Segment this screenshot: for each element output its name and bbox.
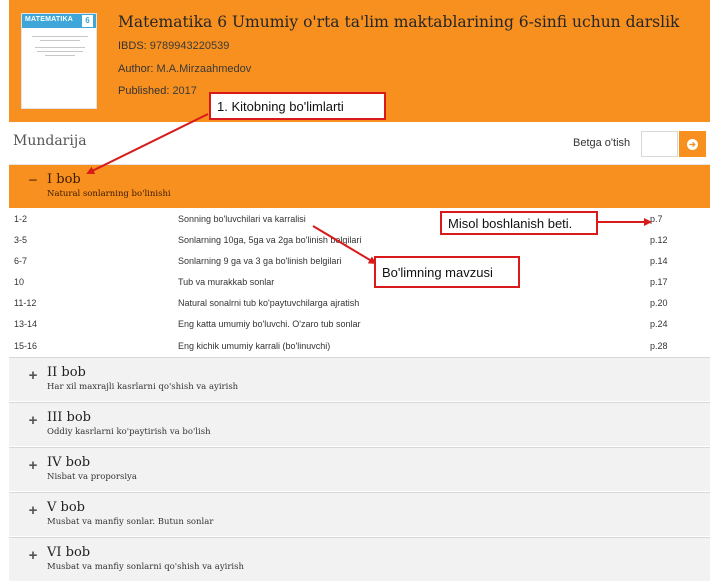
annotation-text: 1. Kitobning bo'limlarti	[217, 98, 344, 114]
author-label: Author:	[118, 63, 154, 75]
lesson-pages: 15-16	[14, 341, 38, 351]
lesson-pages: 10	[14, 277, 25, 287]
lesson-row[interactable]: 10 Tub va murakkab sonlar p.17	[9, 272, 710, 293]
cover-title: MATEMATIKA	[25, 16, 74, 23]
annotation-text: Bo'limning mavzusi	[382, 264, 493, 280]
chapter-name: V bob	[47, 500, 85, 515]
isbn-value: 9789943220539	[149, 40, 230, 52]
collapse-icon[interactable]: −	[27, 172, 39, 189]
annotation-topic-note: Bo'limning mavzusi	[374, 256, 520, 288]
book-cover-image: MATEMATIKA 6	[21, 13, 97, 109]
chapter-header-2[interactable]: + II bob Har xil maxrajli kasrlarni qo's…	[9, 357, 710, 401]
lesson-pages: 3-5	[14, 235, 28, 245]
chapter-1-lessons: 1-2 Sonning bo'luvchilari va karralisi p…	[9, 208, 710, 356]
lesson-row[interactable]: 15-16 Eng kichik umumiy karrali (bo'linu…	[9, 336, 710, 357]
lesson-row[interactable]: 3-5 Sonlarning 10ga, 5ga va 2ga bo'linis…	[9, 230, 710, 251]
chapter-name: IV bob	[47, 455, 91, 470]
lesson-start-page[interactable]: p.17	[650, 277, 668, 287]
chapter-header-3[interactable]: + III bob Oddiy kasrlarni ko'paytirish v…	[9, 402, 710, 446]
chapter-header-6[interactable]: + VI bob Musbat va manfiy sonlarni qo'sh…	[9, 537, 710, 581]
arrow-right-circle-icon: ➔	[687, 138, 698, 150]
book-title: Matematika 6 Umumiy o'rta ta'lim maktabl…	[118, 13, 680, 31]
published-label: Published:	[118, 85, 170, 97]
lesson-topic[interactable]: Eng kichik umumiy karrali (bo'linuvchi)	[178, 341, 330, 351]
lesson-start-page[interactable]: p.12	[650, 235, 668, 245]
cover-text-line	[40, 40, 80, 41]
published-value: 2017	[172, 85, 197, 97]
lesson-pages: 11-12	[14, 298, 37, 308]
lesson-start-page[interactable]: p.28	[650, 341, 668, 351]
chapter-name: II bob	[47, 365, 86, 380]
book-published: Published: 2017	[118, 85, 197, 97]
lesson-start-page[interactable]: p.24	[650, 319, 668, 329]
book-author: Author: M.A.Mirzaahmedov	[118, 63, 251, 75]
lesson-topic[interactable]: Sonlarning 9 ga va 3 ga bo'linish belgil…	[178, 256, 341, 266]
cover-text-line	[35, 47, 85, 48]
lesson-topic[interactable]: Eng katta umumiy bo'luvchi. O'zaro tub s…	[178, 319, 361, 329]
expand-icon[interactable]: +	[27, 367, 39, 384]
book-isbn: IBDS: 9789943220539	[118, 40, 229, 52]
lesson-topic[interactable]: Tub va murakkab sonlar	[178, 277, 274, 287]
expand-icon[interactable]: +	[27, 547, 39, 564]
chapter-header-5[interactable]: + V bob Musbat va manfiy sonlar. Butun s…	[9, 492, 710, 536]
expand-icon[interactable]: +	[27, 457, 39, 474]
goto-page-button[interactable]: ➔	[679, 131, 706, 157]
isbn-label: IBDS:	[118, 40, 147, 52]
annotation-chapters-note: 1. Kitobning bo'limlarti	[209, 92, 386, 120]
chapter-subtitle: Nisbat va proporsiya	[47, 472, 137, 482]
chapter-header-1[interactable]: − I bob Natural sonlarning bo'linishi	[9, 165, 710, 209]
chapter-subtitle: Har xil maxrajli kasrlarni qo'shish va a…	[47, 382, 239, 392]
chapter-name: I bob	[47, 172, 81, 187]
chapter-subtitle: Musbat va manfiy sonlar. Butun sonlar	[47, 517, 214, 527]
lesson-pages: 6-7	[14, 256, 28, 266]
toc-bar: Mundarija Betga o'tish ➔	[9, 122, 710, 165]
lesson-row[interactable]: 1-2 Sonning bo'luvchilari va karralisi p…	[9, 209, 710, 230]
lesson-start-page[interactable]: p.7	[650, 214, 663, 224]
goto-page-input[interactable]	[641, 131, 678, 157]
lesson-start-page[interactable]: p.14	[650, 256, 668, 266]
chapter-name: III bob	[47, 410, 92, 425]
cover-number: 6	[82, 15, 93, 27]
chapter-header-4[interactable]: + IV bob Nisbat va proporsiya	[9, 447, 710, 491]
chapter-name: VI bob	[47, 545, 91, 560]
chapter-subtitle: Musbat va manfiy sonlarni qo'shish va ay…	[47, 562, 244, 572]
expand-icon[interactable]: +	[27, 502, 39, 519]
lesson-pages: 13-14	[14, 319, 38, 329]
author-value: M.A.Mirzaahmedov	[156, 63, 252, 75]
lesson-row[interactable]: 11-12 Natural sonalrni tub ko'paytuvchil…	[9, 293, 710, 314]
cover-text-line	[45, 55, 75, 56]
goto-page-label: Betga o'tish	[573, 137, 631, 149]
chapter-subtitle: Natural sonlarning bo'linishi	[47, 189, 171, 199]
lesson-row[interactable]: 13-14 Eng katta umumiy bo'luvchi. O'zaro…	[9, 314, 710, 335]
lesson-topic[interactable]: Sonlarning 10ga, 5ga va 2ga bo'linish be…	[178, 235, 361, 245]
cover-text-line	[32, 36, 88, 37]
lesson-start-page[interactable]: p.20	[650, 298, 668, 308]
expand-icon[interactable]: +	[27, 412, 39, 429]
chapter-subtitle: Oddiy kasrlarni ko'paytirish va bo'lish	[47, 427, 211, 437]
annotation-text: Misol boshlanish beti.	[448, 215, 573, 231]
annotation-start-page-note: Misol boshlanish beti.	[440, 211, 598, 235]
lesson-topic[interactable]: Sonning bo'luvchilari va karralisi	[178, 214, 306, 224]
lesson-pages: 1-2	[14, 214, 28, 224]
cover-text-line	[37, 51, 83, 52]
toc-title: Mundarija	[13, 133, 87, 149]
lesson-row[interactable]: 6-7 Sonlarning 9 ga va 3 ga bo'linish be…	[9, 251, 710, 272]
lesson-topic[interactable]: Natural sonalrni tub ko'paytuvchilarga a…	[178, 298, 359, 308]
